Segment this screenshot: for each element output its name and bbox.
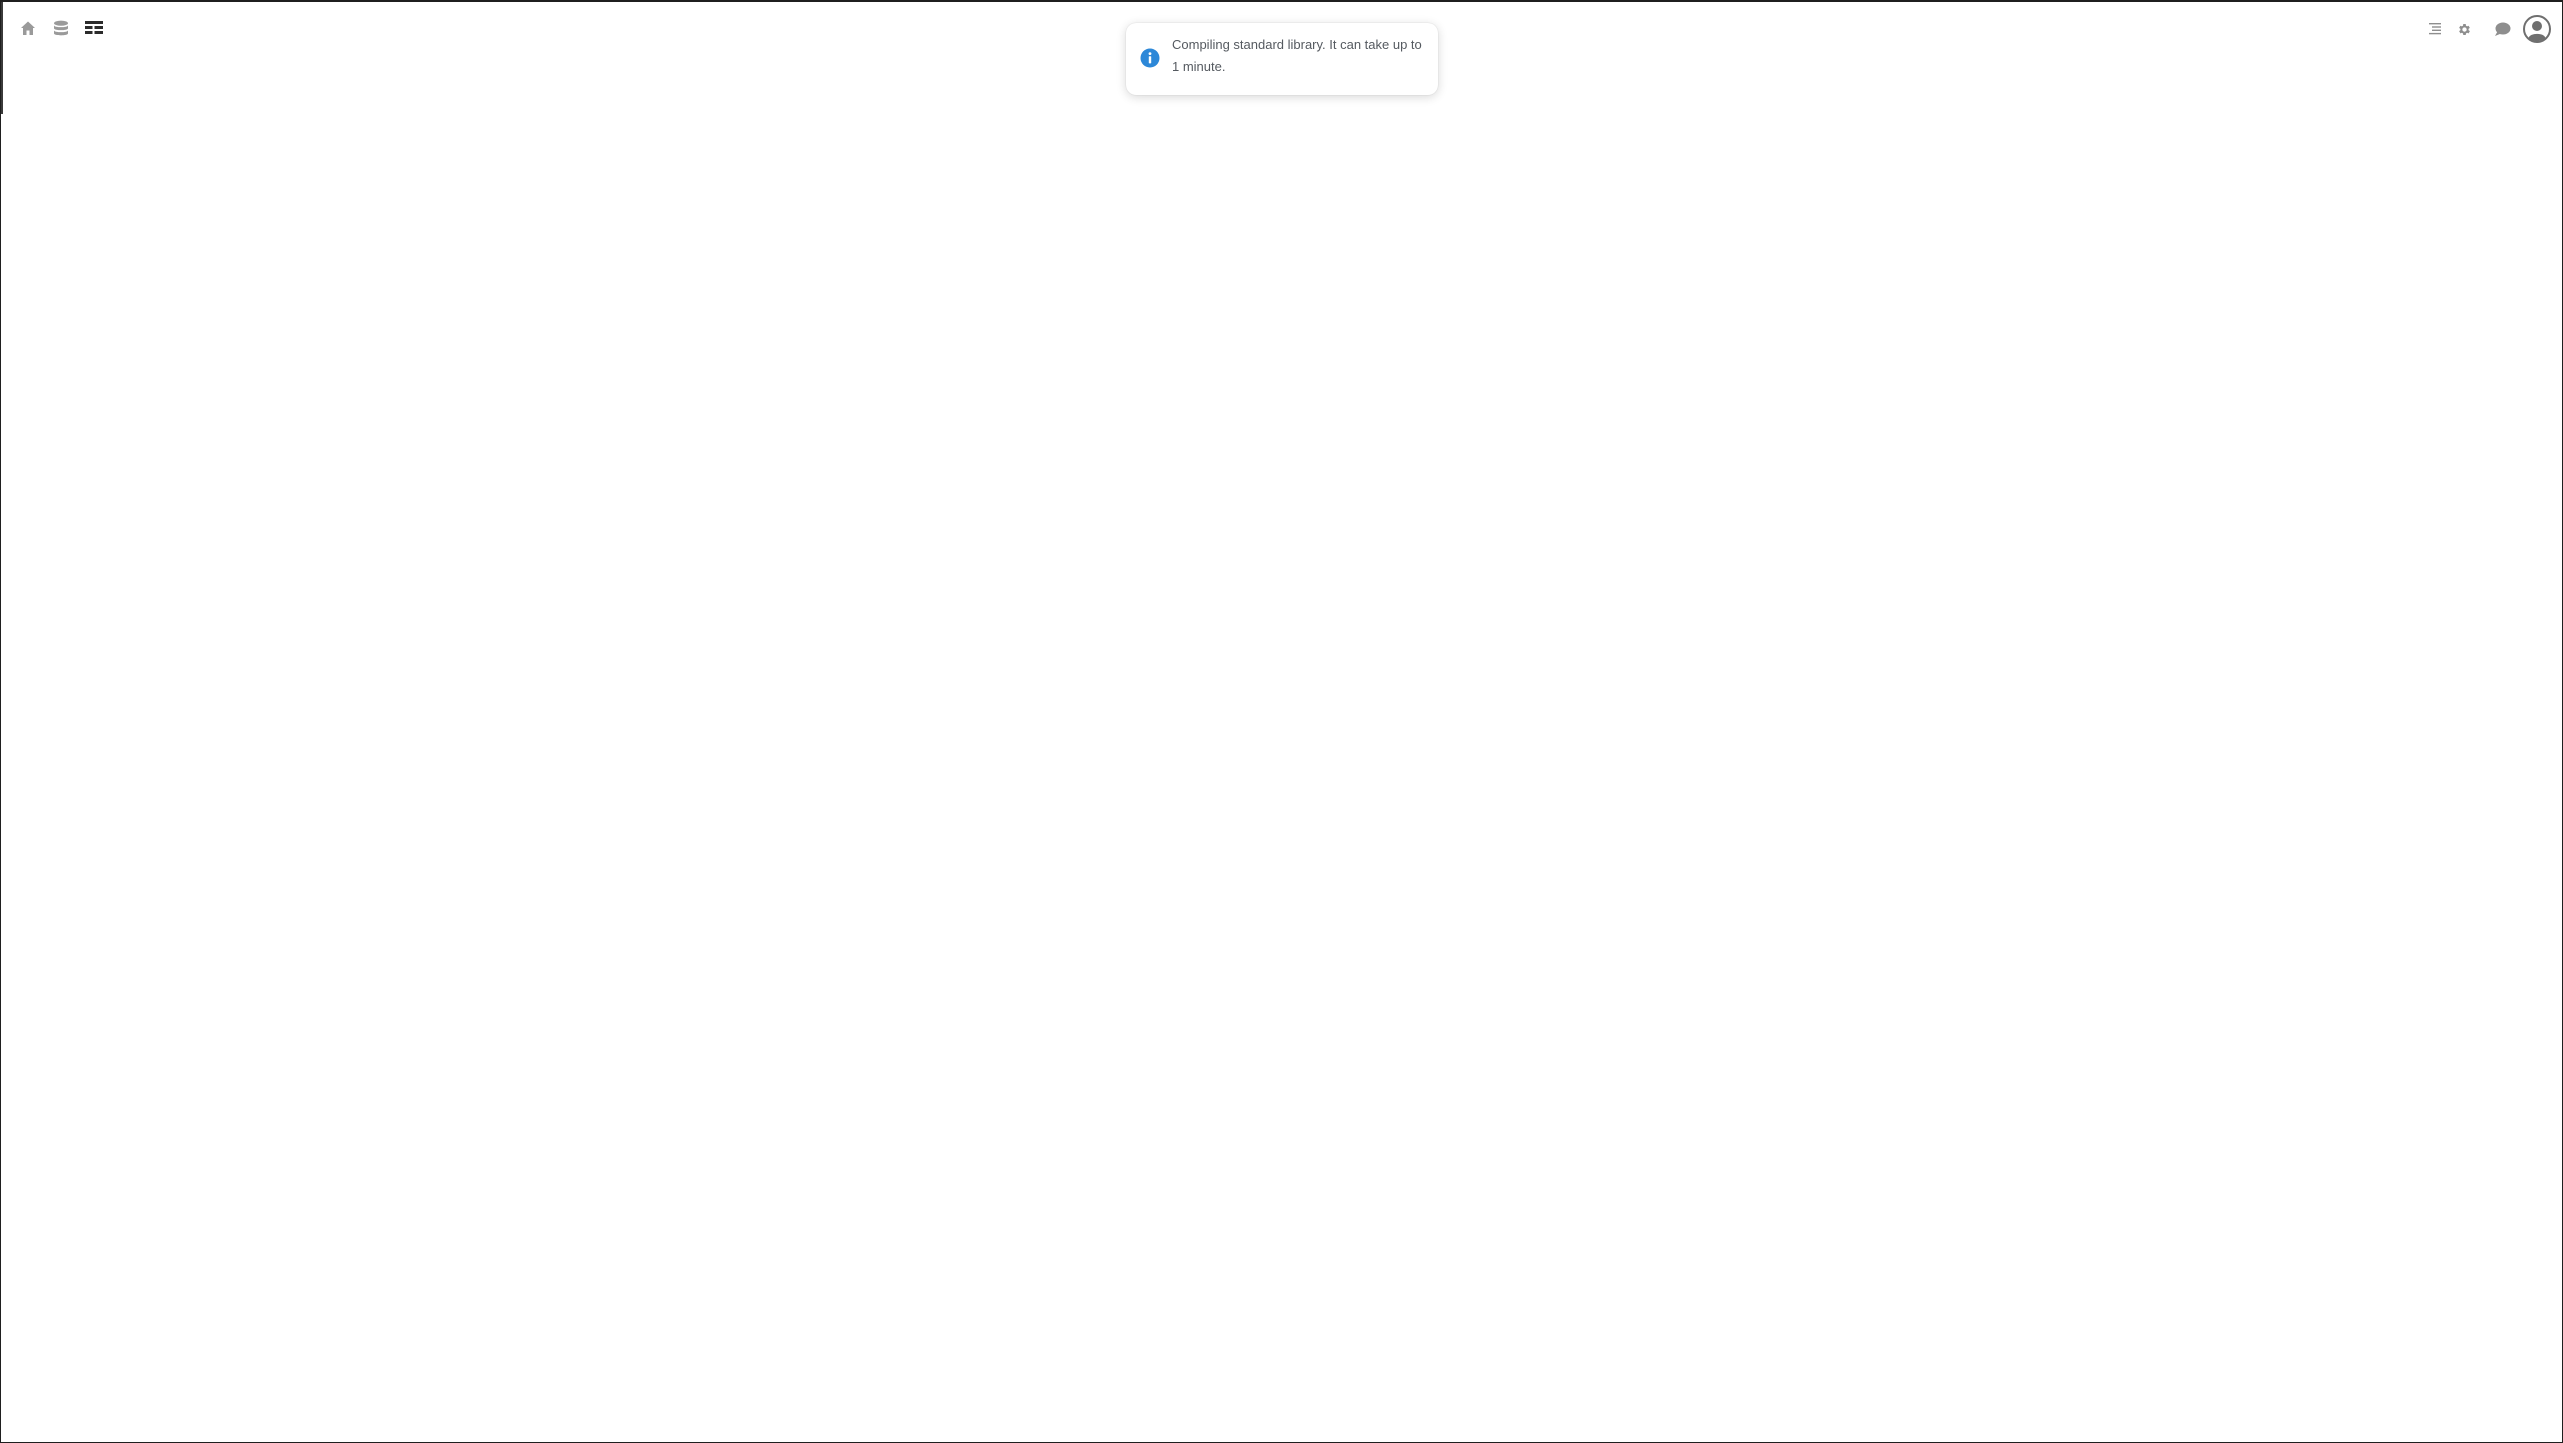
right-toolbar	[2418, 14, 2552, 44]
chat-bubble-icon[interactable]	[2492, 18, 2512, 40]
home-icon[interactable]	[18, 17, 38, 39]
database-icon[interactable]	[51, 17, 71, 39]
table-icon[interactable]	[84, 17, 104, 39]
toast-message: Compiling standard library. It can take …	[1172, 37, 1422, 74]
notification-toast: Compiling standard library. It can take …	[1126, 23, 1438, 95]
app-window: Compiling standard library. It can take …	[0, 0, 2563, 1443]
settings-gear-icon[interactable]	[2454, 18, 2474, 40]
left-toolbar	[18, 17, 104, 39]
outline-icon[interactable]	[2426, 18, 2446, 40]
user-avatar-icon[interactable]	[2522, 14, 2552, 44]
window-edge	[1, 2, 3, 114]
info-icon	[1140, 48, 1160, 68]
